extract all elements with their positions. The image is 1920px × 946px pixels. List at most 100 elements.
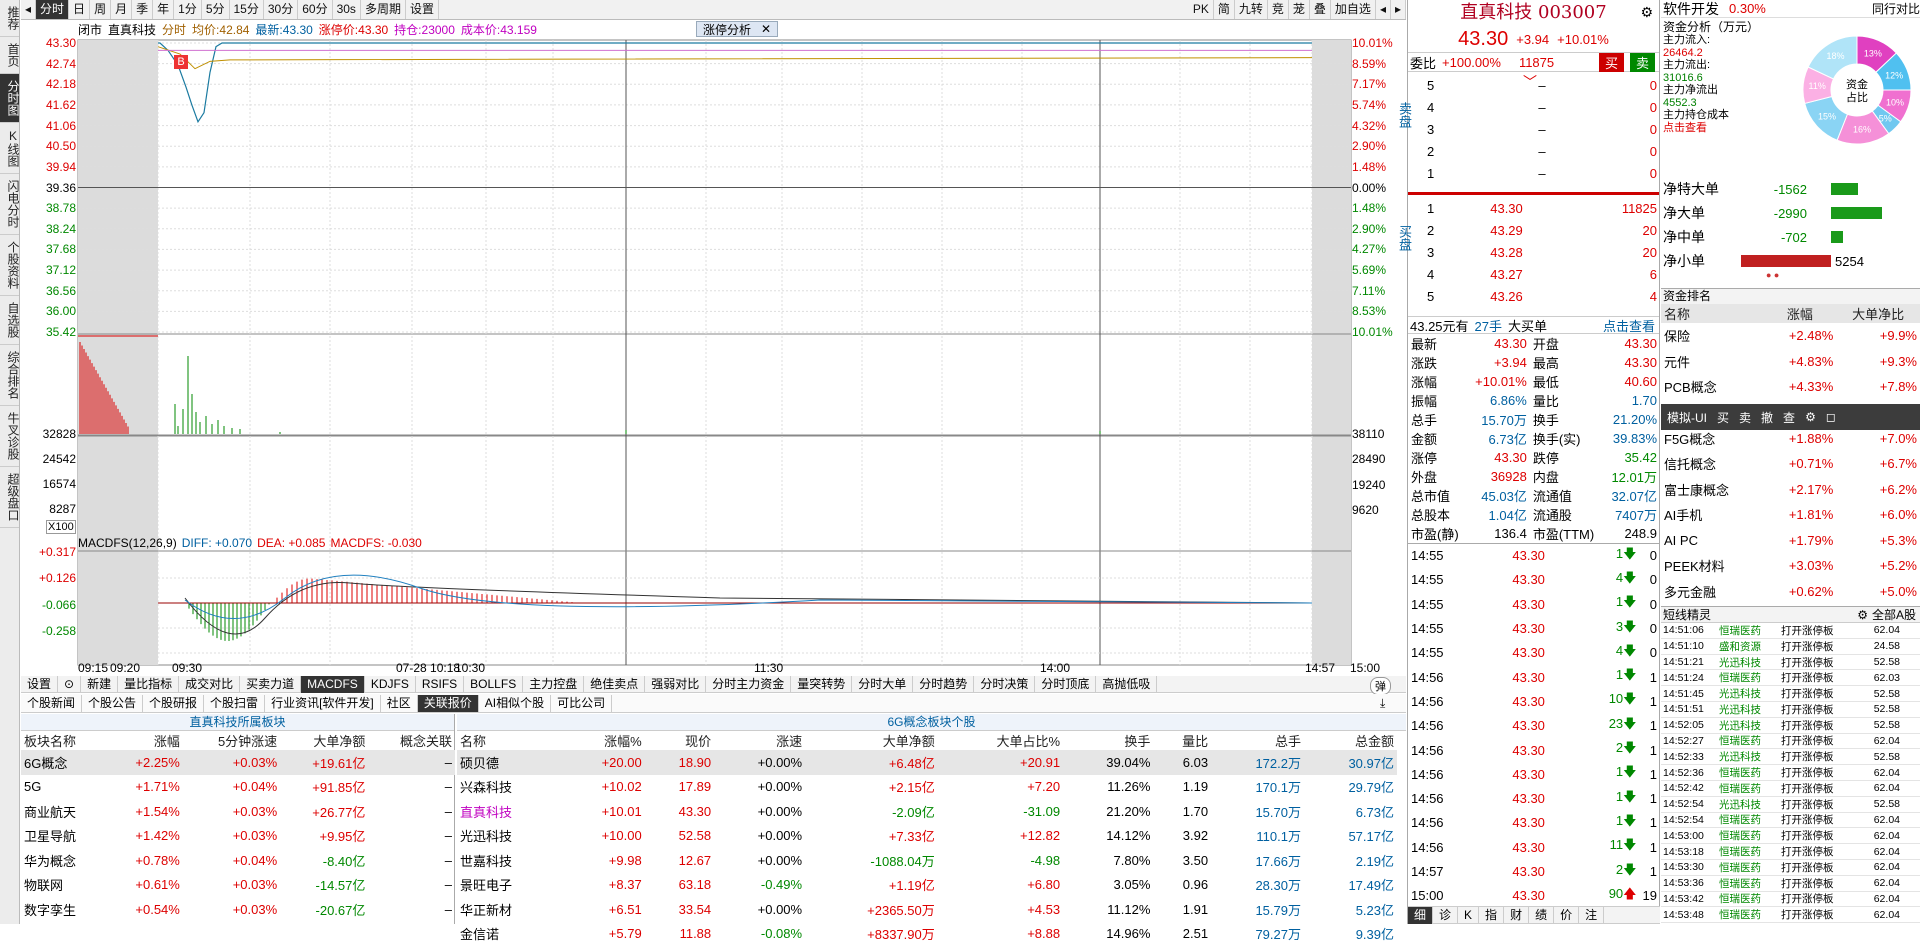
short-row[interactable]: 14:52:42恒瑞医药打开涨停板62.04 [1661,781,1920,797]
float-toggle[interactable]: 弹 [1370,677,1391,695]
intraday-chart[interactable] [20,38,1410,670]
quote-tab-4[interactable]: 财 [1504,907,1529,924]
bigorder-link[interactable]: 点击查看 [1603,316,1655,335]
sidebar-item-7[interactable]: 综合排名 [0,345,19,406]
rank-header[interactable]: 大单净比 [1836,304,1920,323]
indicator-tab-9[interactable]: BOLLFS [464,676,523,693]
sell-level[interactable]: 1–0 [1424,162,1660,184]
short-row[interactable]: 14:51:24恒瑞医药打开涨停板62.03 [1661,670,1920,686]
popup-item-3[interactable]: 撤 [1761,409,1773,426]
buy-level[interactable]: 443.276 [1424,263,1660,285]
col-header[interactable]: 涨幅% [562,731,645,750]
indicator-tab-1[interactable]: ⊙ [58,676,81,693]
col-header[interactable]: 涨速 [714,731,805,750]
rank-row[interactable]: AI手机+1.81%+6.0% [1661,502,1920,528]
limit-analysis-tag[interactable]: 涨停分析✕ [696,21,778,37]
news-tab-8[interactable]: 可比公司 [551,695,612,712]
toolbar-item-2[interactable]: 日 [69,0,90,19]
sell-level[interactable]: 4–0 [1424,96,1660,118]
short-filter[interactable]: 全部A股 [1872,606,1916,623]
col-header[interactable]: 涨幅 [108,731,183,750]
toolbar-item-4[interactable]: 月 [111,0,132,19]
col-header[interactable]: 5分钟涨速 [183,731,280,750]
quote-tab-1[interactable]: 诊 [1433,907,1458,924]
rank-row[interactable]: 富士康概念+2.17%+6.2% [1661,477,1920,503]
popup-item-2[interactable]: 卖 [1739,409,1751,426]
buy-level[interactable]: 343.2820 [1424,241,1660,263]
quote-tab-5[interactable]: 绩 [1529,907,1554,924]
buy-level[interactable]: 543.264 [1424,285,1660,307]
sidebar-item-1[interactable]: 首页 [0,37,19,74]
rank-row[interactable]: 信托概念+0.71%+6.7% [1661,451,1920,477]
indicator-tab-2[interactable]: 新建 [81,676,118,693]
quote-tab-6[interactable]: 价 [1554,907,1579,924]
short-row[interactable]: 14:53:36恒瑞医药打开涨停板62.04 [1661,876,1920,892]
table-row[interactable]: 光迅科技+10.0052.58+0.00%+7.33亿+12.8214.12%3… [457,824,1397,849]
indicator-tab-13[interactable]: 分时主力资金 [706,676,791,693]
indicator-tab-0[interactable]: 设置 [21,676,58,693]
quote-tab-0[interactable]: 细 [1408,907,1433,924]
sidebar-item-2[interactable]: 分时图 [0,74,19,123]
indicator-tab-4[interactable]: 成交对比 [179,676,240,693]
short-row[interactable]: 14:53:42恒瑞医药打开涨停板62.04 [1661,892,1920,908]
indicator-tab-18[interactable]: 分时顶底 [1035,676,1096,693]
gear-icon[interactable]: ⚙ [1640,4,1653,21]
toolbar-item-14[interactable]: 设置 [406,0,439,19]
popup-item-1[interactable]: 买 [1717,409,1729,426]
quote-tab-2[interactable]: K [1458,907,1479,924]
col-header[interactable]: 概念关联 [368,731,455,750]
indicator-tab-8[interactable]: RSIFS [416,676,464,693]
col-header[interactable]: 现价 [645,731,714,750]
indicator-tab-14[interactable]: 量突转势 [791,676,852,693]
table-row[interactable]: 世嘉科技+9.9812.67+0.00%-1088.04万-4.987.80%3… [457,848,1397,873]
news-tab-4[interactable]: 行业资讯[软件开发] [265,695,381,712]
compare-link[interactable]: 同行对比 [1872,0,1920,17]
col-header[interactable]: 总手 [1211,731,1304,750]
indicator-tab-7[interactable]: KDJFS [365,676,416,693]
toolbar-right-6[interactable]: 加自选 [1331,0,1376,19]
cost-link[interactable]: 点击查看 [1663,122,1791,135]
quote-tab-3[interactable]: 指 [1479,907,1504,924]
rank-row[interactable]: 多元金融+0.62%+5.0% [1661,579,1920,605]
indicator-tab-5[interactable]: 买卖力道 [240,676,301,693]
toolbar-item-12[interactable]: 30s [333,0,361,19]
sell-level[interactable]: 2–0 [1424,140,1660,162]
quote-tab-7[interactable]: 注 [1579,907,1604,924]
short-row[interactable]: 14:53:48恒瑞医药打开涨停板62.04 [1661,907,1920,923]
news-tab-6[interactable]: 关联报价 [418,695,479,712]
buy-level[interactable]: 143.3011825 [1424,197,1660,219]
toolbar-right-0[interactable]: PK [1189,0,1214,19]
col-header[interactable]: 大单占比% [938,731,1063,750]
short-row[interactable]: 14:51:45光迅科技打开涨停板52.58 [1661,686,1920,702]
col-header[interactable]: 大单净额 [280,731,368,750]
short-row[interactable]: 14:51:21光迅科技打开涨停板52.58 [1661,655,1920,671]
toolbar-right-1[interactable]: 简 [1214,0,1235,19]
col-header[interactable]: 量比 [1153,731,1211,750]
indicator-tab-10[interactable]: 主力控盘 [523,676,584,693]
buy-button[interactable]: 买 [1599,53,1624,72]
table-row[interactable]: 数字孪生+0.54%+0.03%-20.67亿– [21,897,455,922]
table-row[interactable]: 兴森科技+10.0217.89+0.00%+2.15亿+7.2011.26%1.… [457,775,1397,800]
col-header[interactable]: 大单净额 [805,731,938,750]
sidebar-item-4[interactable]: 闪电分时 [0,174,19,235]
col-header[interactable]: 总金额 [1304,731,1397,750]
sell-level[interactable]: 3–0 [1424,118,1660,140]
indicator-tab-16[interactable]: 分时趋势 [913,676,974,693]
close-icon[interactable]: ✕ [761,22,771,36]
indicator-tab-15[interactable]: 分时大单 [852,676,913,693]
indicator-tab-17[interactable]: 分时决策 [974,676,1035,693]
rank-row[interactable]: PCB概念+4.33%+7.8% [1661,374,1920,400]
short-row[interactable]: 14:51:10盛和资源打开涨停板24.58 [1661,639,1920,655]
short-row[interactable]: 14:53:30恒瑞医药打开涨停板62.04 [1661,860,1920,876]
rank-row[interactable]: 保险+2.48%+9.9% [1661,323,1920,349]
indicator-tab-6[interactable]: MACDFS [301,676,365,693]
col-header[interactable]: 名称 [457,731,562,750]
table-row[interactable]: 5G+1.71%+0.04%+91.85亿– [21,775,455,800]
col-header[interactable]: 板块名称 [21,731,108,750]
sidebar-item-9[interactable]: 超级盘口 [0,467,19,528]
trade-popup[interactable]: 模拟-UI买卖撤查⚙◻ [1661,404,1920,430]
buy-marker[interactable]: B [174,55,188,69]
news-tab-5[interactable]: 社区 [381,695,418,712]
short-row[interactable]: 14:53:18恒瑞医药打开涨停板62.04 [1661,844,1920,860]
gear-icon-2[interactable]: ⚙ [1857,608,1868,622]
